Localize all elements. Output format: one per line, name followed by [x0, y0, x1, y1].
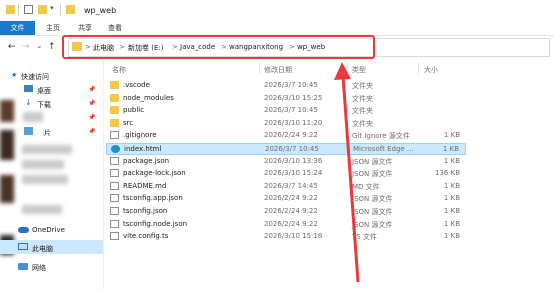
annotation-arrow-head	[334, 62, 351, 80]
annotation-arrow	[334, 62, 360, 283]
annotation-arrow-shaft	[341, 75, 360, 283]
